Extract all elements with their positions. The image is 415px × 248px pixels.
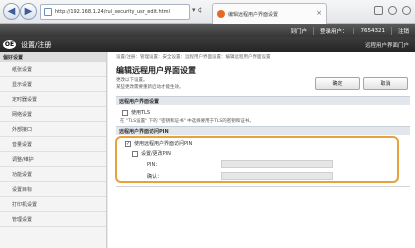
address-tools[interactable]: ▾ ¢ [192,6,202,14]
to-portal-link[interactable]: 到门户 [284,27,313,35]
sidebar-item-destination[interactable]: 设置目标 [0,182,106,197]
favorites-star-icon[interactable] [388,6,397,15]
sidebar-item-network[interactable]: 网络设置 [0,107,106,122]
ok-button[interactable]: 确定 [315,77,360,90]
sidebar-item-function[interactable]: 功能设置 [0,167,106,182]
main-content: 设置/注册：管理设置：安全设置：远程用户界面设置：编辑远程用户界面设置 编辑远程… [108,52,415,248]
set-change-pin-checkbox[interactable] [132,150,138,157]
browser-toolbar: ◀ ▶ http://192.168.1.24/rui_security_usr… [0,0,415,24]
set-change-pin-label: 设置/更改PIN [141,151,171,157]
logo-icon: OE [3,40,16,49]
section-access-pin: 远程用户界面访问PIN [116,126,410,135]
settings-gear-icon[interactable] [402,6,411,15]
use-tls-label: 使用TLS [131,110,151,116]
page-title: 编辑远程用户界面设置 [116,66,196,75]
top-links: 到门户 登录用户： 7654321 注销 [284,24,415,37]
sidebar-item-management[interactable]: 管理设置 [0,212,106,227]
sidebar-item-timer[interactable]: 定时器设置 [0,92,106,107]
confirm-label: 确认： [147,174,163,180]
divider [116,186,410,187]
browser-icons [374,6,411,15]
use-tls-row[interactable]: 使用TLS [122,109,150,116]
use-tls-checkbox[interactable] [122,109,128,116]
rui-portal-link[interactable]: 远程用户界面门户 [365,41,409,49]
tab-title: 编辑远程用户界面设置 [228,11,279,18]
back-button[interactable]: ◀ [3,3,20,20]
sidebar: 偏好设置 纸张设置 显示设置 定时器设置 网络设置 外部接口 音量设置 调整/维… [0,52,107,248]
sidebar-item-volume[interactable]: 音量设置 [0,137,106,152]
home-icon[interactable] [374,6,383,15]
use-pin-row[interactable]: ✓ 使用远程用户界面访问PIN [125,140,192,147]
app-title: 设置/注册 [21,40,52,49]
sidebar-item-display[interactable]: 显示设置 [0,77,106,92]
sidebar-item-external-interface[interactable]: 外部接口 [0,122,106,137]
sidebar-item-paper[interactable]: 纸张设置 [0,62,106,77]
forward-button[interactable]: ▶ [20,3,37,20]
sidebar-heading: 偏好设置 [0,52,106,62]
section-rui-settings: 远程用户界面设置 [116,96,410,105]
set-change-pin-row[interactable]: 设置/更改PIN [132,150,171,157]
tls-hint: 在 "TLS设置" 下的 "密钥和证书" 中选择要用于TLS的密钥和证书。 [120,119,254,124]
browser-tab[interactable]: 编辑远程用户界面设置 × [212,3,327,24]
restart-note: 某些更改需要重新启动才能生效。 [116,85,184,90]
use-pin-label: 使用远程用户界面访问PIN [134,141,193,147]
page-icon [44,8,52,16]
pin-label: PIN： [147,162,161,168]
breadcrumb[interactable]: 设置/注册：管理设置：安全设置：远程用户界面设置：编辑远程用户界面设置 [116,54,271,60]
tab-close-icon[interactable]: × [316,9,322,17]
login-user-name: 7654321 [353,27,391,34]
address-bar[interactable]: http://192.168.1.24/rui_security_usr_edi… [40,4,190,20]
rui-top-bar: 到门户 登录用户： 7654321 注销 [0,24,415,37]
use-pin-checkbox[interactable]: ✓ [125,140,131,147]
cancel-button[interactable]: 取消 [363,77,408,90]
sidebar-item-adjustment[interactable]: 调整/维护 [0,152,106,167]
login-user-label: 登录用户： [312,26,354,35]
url-text: http://192.168.1.24/rui_security_usr_edi… [55,9,170,15]
tab-favicon-icon [217,10,225,18]
confirm-pin-field[interactable] [221,172,333,180]
logout-link[interactable]: 注销 [390,26,415,35]
rui-title-bar: OE 设置/注册 远程用户界面门户 [0,37,415,52]
pin-field[interactable] [221,160,333,168]
sidebar-item-printer[interactable]: 打印机设置 [0,197,106,212]
instruction-text: 更改以下设置。 [116,78,148,83]
